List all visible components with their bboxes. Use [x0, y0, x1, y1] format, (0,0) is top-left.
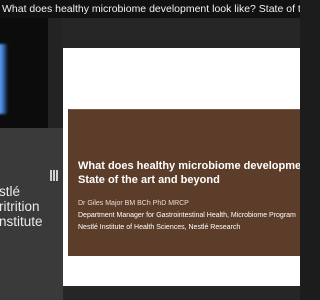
speaker-video-thumbnail[interactable] — [0, 18, 48, 128]
banner-top-line — [69, 109, 300, 110]
slide-title: What does healthy microbiome developme S… — [78, 159, 300, 187]
logo-line-2: ritrition — [0, 199, 40, 214]
pause-icon[interactable] — [50, 170, 59, 181]
logo-line-1: stlé — [0, 184, 21, 199]
institute-logo-text: stlé ritrition nstitute — [0, 184, 43, 229]
slide-author: Dr Giles Major BM BCh PhD MRCP — [78, 200, 189, 207]
slide-title-line-1: What does healthy microbiome developme — [78, 160, 300, 172]
slide-area: What does healthy microbiome developme S… — [63, 18, 300, 300]
slide-institute: Nestlé Institute of Health Sciences, Nes… — [78, 224, 241, 231]
slide-header-space — [63, 48, 300, 74]
left-panel: stlé ritrition nstitute — [0, 18, 63, 300]
left-divider — [48, 18, 63, 128]
slide-role: Department Manager for Gastrointestinal … — [78, 212, 296, 219]
slide-title-line-2: State of the art and beyond — [78, 174, 220, 186]
logo-line-3: nstitute — [0, 214, 43, 229]
video-glow — [0, 44, 8, 114]
video-player-window: What does healthy microbiome development… — [0, 0, 300, 300]
window-title: What does healthy microbiome development… — [0, 0, 300, 18]
